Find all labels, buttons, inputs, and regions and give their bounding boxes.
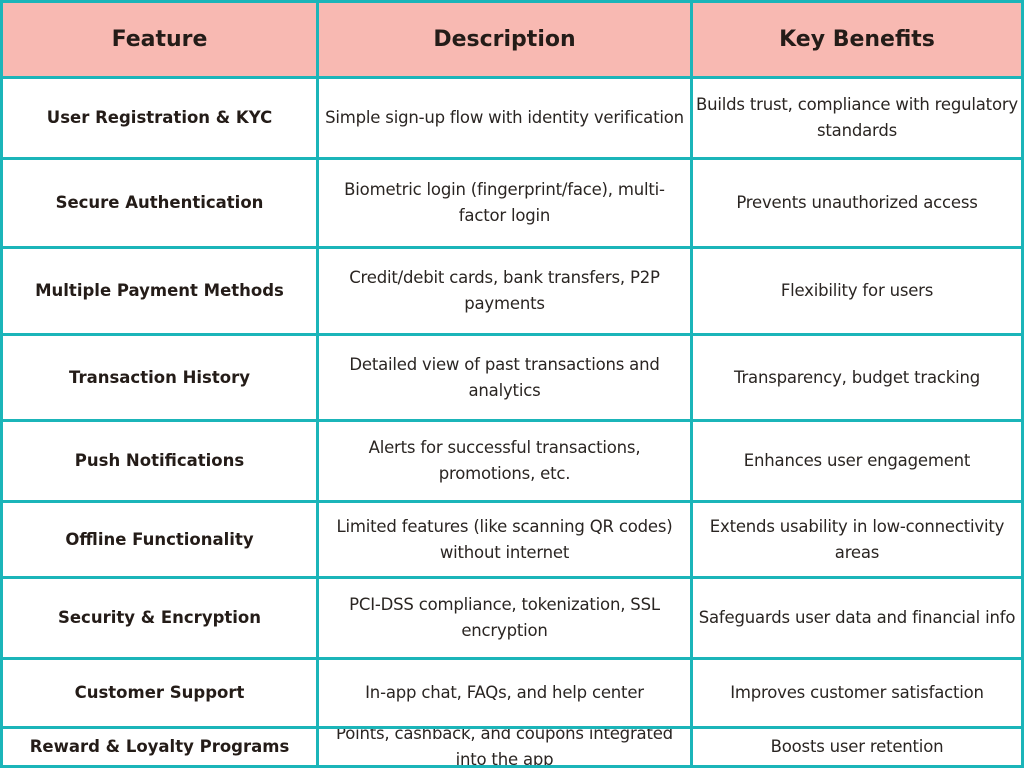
row-description: Detailed view of past transactions and a… [319,336,690,419]
row-feature: Transaction History [3,336,316,419]
header-description: Description [319,3,690,76]
row-feature: Customer Support [3,660,316,726]
row-feature: User Registration & KYC [3,79,316,157]
row-benefit: Improves customer satisfaction [693,660,1021,726]
row-description: Limited features (like scanning QR codes… [319,503,690,576]
row-description: Credit/debit cards, bank transfers, P2P … [319,249,690,333]
row-benefit: Enhances user engagement [693,422,1021,500]
row-benefit: Builds trust, compliance with regulatory… [693,79,1021,157]
header-key-benefits: Key Benefits [693,3,1021,76]
row-feature: Push Notifications [3,422,316,500]
row-benefit: Boosts user retention [693,729,1021,765]
row-feature: Security & Encryption [3,579,316,657]
row-benefit: Transparency, budget tracking [693,336,1021,419]
row-description: Biometric login (fingerprint/face), mult… [319,160,690,246]
row-description: PCI-DSS compliance, tokenization, SSL en… [319,579,690,657]
feature-table: Feature Description Key Benefits User Re… [0,0,1024,768]
row-benefit: Extends usability in low-connectivity ar… [693,503,1021,576]
row-benefit: Prevents unauthorized access [693,160,1021,246]
row-description: Alerts for successful transactions, prom… [319,422,690,500]
row-feature: Secure Authentication [3,160,316,246]
row-description: Simple sign-up flow with identity verifi… [319,79,690,157]
row-benefit: Flexibility for users [693,249,1021,333]
row-feature: Reward & Loyalty Programs [3,729,316,765]
row-description: In-app chat, FAQs, and help center [319,660,690,726]
row-feature: Offline Functionality [3,503,316,576]
row-feature: Multiple Payment Methods [3,249,316,333]
header-feature: Feature [3,3,316,76]
row-description: Points, cashback, and coupons integrated… [319,729,690,765]
row-benefit: Safeguards user data and financial info [693,579,1021,657]
